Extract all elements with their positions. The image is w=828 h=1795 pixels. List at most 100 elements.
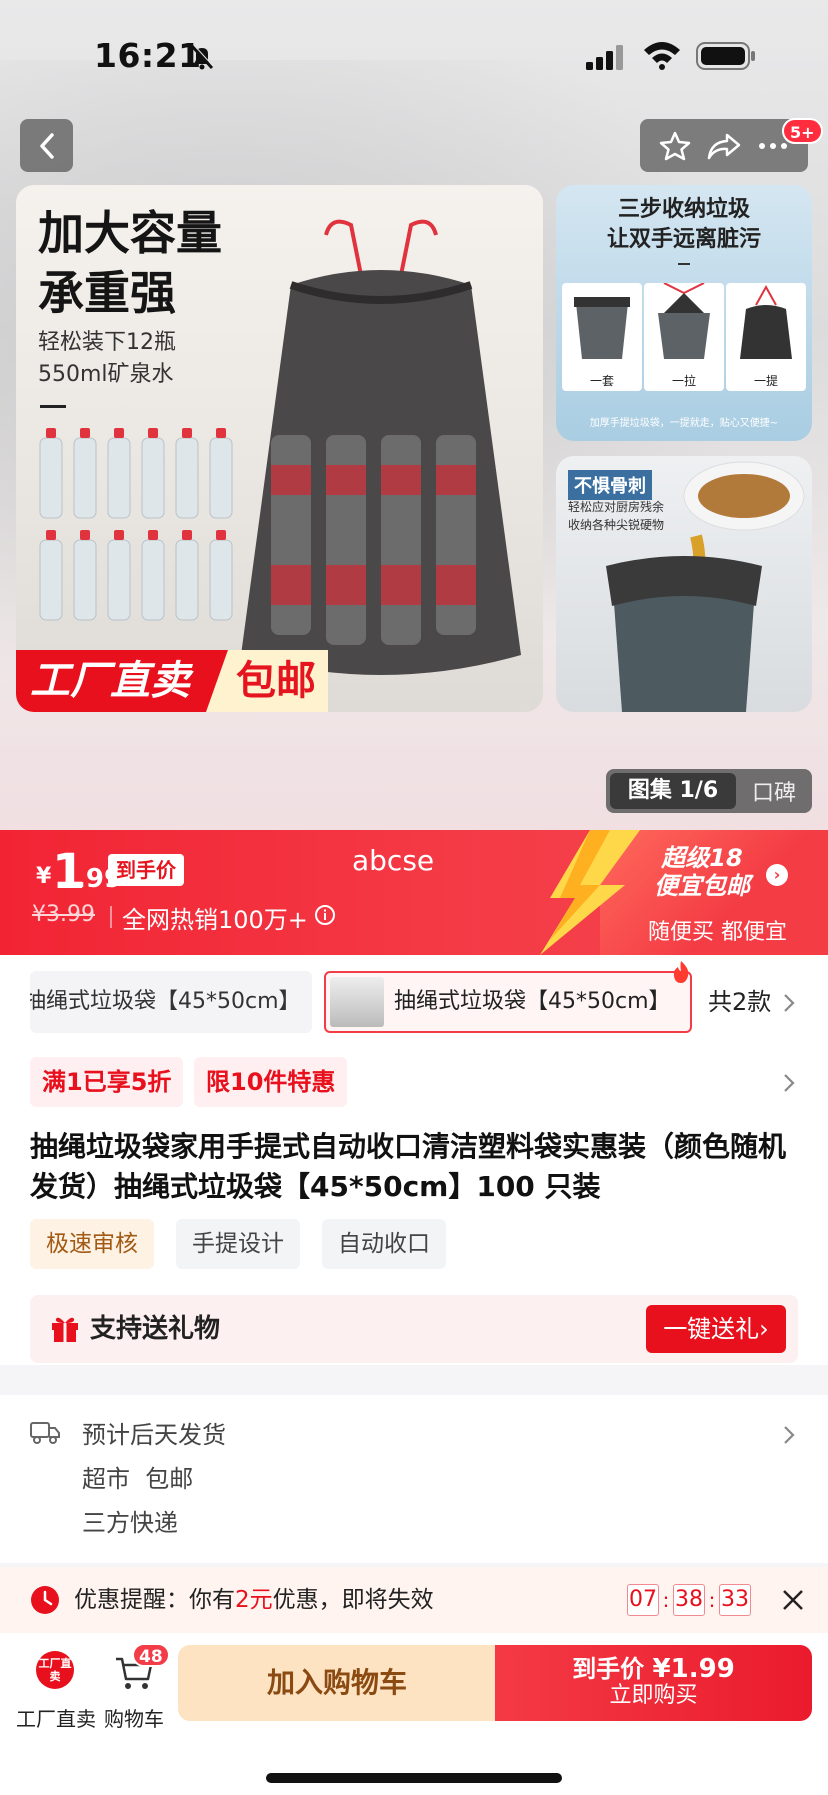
cart-label[interactable]: 购物车: [104, 1703, 164, 1732]
side1-title-line-1: 三步收纳垃圾: [617, 197, 750, 222]
side-image-steps[interactable]: 三步收纳垃圾 让双手远离脏污 一套 一拉 一提 加厚手提垃圾袋，一提就走，贴心又…: [556, 185, 812, 441]
trash-can-icon: [574, 297, 630, 359]
buy-now-button[interactable]: 到手价 ¥1.99 立即购买: [495, 1645, 812, 1721]
bell-muted-icon: [190, 44, 214, 70]
variant-count[interactable]: 共2款: [708, 971, 771, 1033]
sales-volume: 全网热销100万+: [122, 906, 308, 934]
ship-method: 超市 包邮: [82, 1465, 194, 1493]
ship-carrier: 三方快递: [82, 1509, 178, 1537]
side-image-bones[interactable]: 不惧骨刺 轻松应对厨房残余 收纳各种尖锐硬物: [556, 456, 812, 712]
free-shipping-sub: 随便买 都便宜: [648, 920, 787, 945]
free-shipping-title: 超级18 便宜包邮: [654, 844, 750, 900]
watermark-text: abcse: [352, 844, 435, 877]
variant-option-2[interactable]: 抽绳式垃圾袋【45*50cm】: [324, 971, 692, 1033]
timer-minutes: 38: [673, 1584, 705, 1616]
chevron-right-icon[interactable]: [782, 1073, 796, 1093]
more-dots-icon: [759, 142, 788, 149]
promo-tag-limited: 限10件特惠: [194, 1057, 348, 1107]
lightning-icon: [540, 830, 640, 955]
variant-label-1: 抽绳式垃圾袋【45*50cm】: [30, 989, 301, 1014]
step-card-2: 一拉: [644, 282, 724, 391]
countdown-timer: 07 : 38 : 33: [627, 1584, 751, 1616]
divider: [110, 906, 112, 928]
chevron-right-icon[interactable]: ›: [766, 864, 788, 886]
side1-title-line-2: 让双手远离脏污: [606, 227, 761, 252]
home-indicator: [266, 1773, 562, 1783]
status-time: 16:21: [94, 36, 202, 75]
gift-text: 支持送礼物: [90, 1314, 221, 1344]
garbage-bag-illustration: [241, 219, 521, 675]
promo-factory-direct: 工厂直卖: [16, 650, 231, 712]
feature-tag-auto-close: 自动收口: [322, 1219, 446, 1269]
message-count-badge: 5+: [782, 118, 823, 144]
trash-can-icon: [658, 282, 710, 359]
side1-title: 三步收纳垃圾 让双手远离脏污: [556, 195, 812, 255]
garbage-bag-icon: [740, 284, 792, 359]
star-icon: [659, 131, 690, 160]
water-bottles-illustration: [39, 428, 233, 621]
free-shipping-line-2: 便宜包邮: [654, 872, 750, 900]
status-bar: 16:21: [0, 0, 828, 110]
shipping-info[interactable]: 预计后天发货 超市 包邮 三方快递: [0, 1395, 828, 1563]
gallery-switch[interactable]: 图集 1/6 口碑: [606, 769, 812, 813]
main-subtext: 轻松装下12瓶 550ml矿泉水: [38, 327, 176, 391]
factory-store-icon[interactable]: 工厂直卖: [36, 1651, 74, 1689]
cart-count-badge: 48: [132, 1643, 170, 1667]
step-card-3: 一提: [726, 283, 806, 391]
reminder-text: 优惠提醒：你有2元优惠，即将失效: [74, 1567, 434, 1633]
step-label-1: 一套: [589, 374, 614, 388]
coupon-reminder-bar[interactable]: 优惠提醒：你有2元优惠，即将失效 07 : 38 : 33: [0, 1567, 828, 1633]
product-title: 抽绳垃圾袋家用手提式自动收口清洁塑料袋实惠装（颜色随机发货）抽绳式垃圾袋【45*…: [30, 1130, 787, 1203]
send-gift-button[interactable]: 一键送礼›: [646, 1305, 786, 1353]
feature-tag-fast-review: 极速审核: [30, 1219, 154, 1269]
chevron-left-icon: [39, 132, 54, 159]
gallery-tab-reviews[interactable]: 口碑: [736, 775, 812, 807]
back-button[interactable]: [20, 119, 73, 172]
divider: [40, 405, 66, 408]
step-label-2: 一拉: [671, 374, 696, 388]
trash-can-with-scraps-illustration: [606, 461, 805, 712]
step-label-3: 一提: [753, 374, 778, 388]
gift-bar: 支持送礼物 一键送礼›: [30, 1295, 798, 1363]
share-icon: [707, 133, 741, 159]
reminder-prefix: 优惠提醒：你有: [74, 1587, 235, 1613]
sub-line-2: 550ml矿泉水: [38, 362, 174, 387]
promo-banner: 工厂直卖 包邮: [16, 650, 328, 712]
reminder-amount: 2元: [235, 1587, 273, 1613]
close-icon[interactable]: [780, 1587, 806, 1613]
timer-seconds: 33: [719, 1584, 751, 1616]
timer-separator: :: [708, 1588, 716, 1612]
wifi-icon: [644, 42, 680, 70]
side1-footer: 加厚手提垃圾袋，一提就走，贴心又便捷~: [589, 418, 779, 429]
main-product-image[interactable]: 加大容量 承重强 轻松装下12瓶 550ml矿泉水 工厂直卖 包邮: [16, 185, 543, 712]
cellular-signal-icon: [586, 45, 623, 70]
battery-icon: [696, 42, 755, 70]
info-icon[interactable]: [314, 904, 336, 926]
share-button[interactable]: [707, 129, 741, 163]
feature-tag-handle: 手提设计: [176, 1219, 300, 1269]
gift-icon: [52, 1317, 78, 1342]
divider: [678, 263, 690, 265]
free-shipping-line-1: 超级18: [661, 844, 743, 872]
add-to-cart-button[interactable]: 加入购物车: [178, 1645, 496, 1721]
price-currency: ¥: [36, 864, 52, 889]
clock-icon: [31, 1586, 59, 1614]
reminder-suffix: 优惠，即将失效: [272, 1587, 434, 1613]
final-price-tag: 到手价: [108, 854, 184, 886]
headline-line-1: 加大容量: [38, 206, 222, 260]
original-price: ¥3.99: [32, 902, 95, 927]
factory-store-label[interactable]: 工厂直卖: [16, 1703, 96, 1732]
chevron-right-icon[interactable]: [782, 1425, 796, 1445]
gallery-tab-images[interactable]: 图集 1/6: [610, 773, 736, 809]
favorite-button[interactable]: [658, 129, 692, 163]
product-info-card: 抽绳式垃圾袋【45*50cm】 抽绳式垃圾袋【45*50cm】 共2款 满1已享…: [0, 955, 828, 1365]
promo-tag-discount: 满1已享5折: [30, 1057, 184, 1107]
variant-label-2: 抽绳式垃圾袋【45*50cm】: [394, 989, 671, 1014]
buy-price: 到手价 ¥1.99: [495, 1655, 812, 1683]
chevron-right-icon[interactable]: [782, 993, 796, 1013]
sub-line-1: 轻松装下12瓶: [38, 330, 176, 355]
timer-separator: :: [662, 1588, 670, 1612]
variant-option-1[interactable]: 抽绳式垃圾袋【45*50cm】: [30, 971, 312, 1033]
timer-hours: 07: [627, 1584, 659, 1616]
variant-thumbnail: [330, 977, 384, 1027]
